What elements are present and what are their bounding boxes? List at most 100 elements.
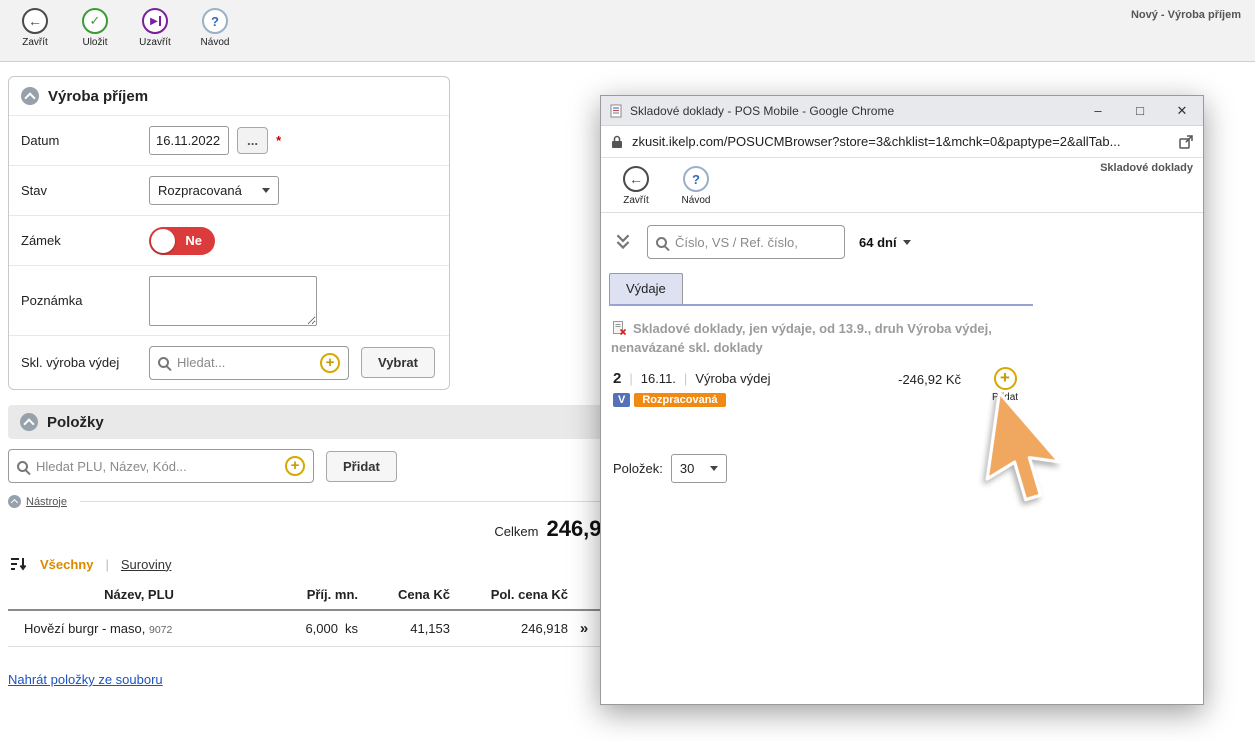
source-search-input[interactable] — [177, 355, 312, 370]
table-row[interactable]: Hovězí burgr - maso, 9072 6,000ks 41,153… — [8, 611, 600, 647]
chevron-down-icon — [710, 466, 718, 471]
doc-type: Výroba výdej — [695, 371, 770, 386]
expand-row-icon[interactable]: » — [568, 620, 600, 637]
popup-toolbar: Zavřít Návod Skladové doklady — [601, 158, 1203, 213]
total-row: Celkem 246,92 Kč — [8, 516, 648, 542]
cell-qty: 6,000ks — [270, 621, 358, 636]
popup-search-input[interactable] — [675, 235, 836, 250]
search-icon — [158, 357, 169, 368]
header-line-total: Pol. cena Kč — [450, 587, 568, 602]
doc-amount: -246,92 Kč — [856, 372, 961, 387]
url-bar: zkusit.ikelp.com/POSUCMBrowser?store=3&c… — [601, 126, 1203, 158]
question-icon — [202, 8, 228, 34]
note-textarea[interactable] — [149, 276, 317, 326]
maximize-button[interactable]: □ — [1119, 96, 1161, 126]
window-close-button[interactable]: ✕ — [1161, 96, 1203, 126]
help-button-label: Návod — [201, 37, 230, 48]
save-button[interactable]: Uložit — [76, 8, 114, 48]
document-row[interactable]: 2 | 16.11. | Výroba výdej -246,92 Kč Při… — [601, 370, 1203, 426]
cursor-arrow-icon — [980, 390, 1075, 510]
favicon-icon — [609, 104, 623, 118]
chevrons-down-icon[interactable] — [613, 232, 633, 252]
back-arrow-icon — [623, 166, 649, 192]
doc-date: 16.11. — [641, 371, 676, 386]
section-header-production-receipt[interactable]: Výroba příjem — [9, 77, 449, 115]
play-icon — [142, 8, 168, 34]
page-size-select[interactable]: 30 — [671, 454, 727, 483]
close-button[interactable]: Zavřít — [16, 8, 54, 48]
add-source-icon[interactable] — [320, 353, 340, 373]
filter-raw-materials[interactable]: Suroviny — [121, 557, 172, 572]
popup-search — [647, 225, 845, 259]
page-size-value: 30 — [680, 461, 694, 476]
filter-separator: | — [105, 557, 108, 572]
page-title: Nový - Výroba příjem — [1131, 9, 1241, 21]
chevron-down-icon — [903, 240, 911, 245]
tools-link[interactable]: Nástroje — [26, 496, 67, 508]
date-picker-button[interactable]: ... — [237, 127, 268, 154]
source-search — [149, 346, 349, 380]
header-price: Cena Kč — [358, 587, 450, 602]
add-item-icon[interactable] — [285, 456, 305, 476]
search-icon — [656, 237, 667, 248]
cell-line-total: 246,918 — [450, 621, 568, 636]
tab-expenses[interactable]: Výdaje — [609, 273, 683, 304]
status-select[interactable]: Rozpracovaná — [149, 176, 279, 205]
save-button-label: Uložit — [82, 37, 107, 48]
lock-label: Zámek — [21, 233, 149, 248]
filter-info-text: Skladové doklady, jen výdaje, od 13.9., … — [611, 321, 992, 355]
close-button-label: Zavřít — [22, 37, 48, 48]
note-label: Poznámka — [21, 293, 149, 308]
filter-all[interactable]: Všechny — [40, 557, 93, 572]
source-row: Skl. výroba výdej Vybrat — [9, 335, 449, 389]
search-icon — [17, 461, 28, 472]
open-in-new-icon[interactable] — [1179, 135, 1193, 149]
minimize-button[interactable]: – — [1077, 96, 1119, 126]
toggle-label: Ne — [185, 233, 202, 248]
date-input[interactable] — [149, 126, 229, 155]
finalize-button[interactable]: Uzavřít — [136, 8, 174, 48]
cell-price: 41,153 — [358, 621, 450, 636]
cell-name: Hovězí burgr - maso, 9072 — [8, 621, 270, 636]
collapse-up-icon — [21, 87, 39, 105]
add-item-button[interactable]: Přidat — [326, 451, 397, 482]
upload-items-link[interactable]: Nahrát položky ze souboru — [8, 672, 163, 687]
toggle-knob — [151, 229, 175, 253]
popup-close-button[interactable]: Zavřít — [617, 166, 655, 206]
collapse-up-icon — [20, 413, 38, 431]
table-header: Název, PLU Příj. mn. Cena Kč Pol. cena K… — [8, 582, 600, 611]
finalize-button-label: Uzavřít — [139, 37, 171, 48]
url-text: zkusit.ikelp.com/POSUCMBrowser?store=3&c… — [632, 134, 1170, 149]
required-asterisk: * — [276, 133, 281, 148]
popup-help-button[interactable]: Návod — [677, 166, 715, 206]
popup-filter-row: 64 dní — [601, 213, 1203, 259]
items-search-input[interactable] — [36, 459, 277, 474]
item-plu: 9072 — [149, 624, 172, 636]
question-icon — [683, 166, 709, 192]
status-row: Stav Rozpracovaná — [9, 165, 449, 215]
lock-toggle[interactable]: Ne — [149, 227, 215, 255]
back-arrow-icon — [22, 8, 48, 34]
header-qty: Příj. mn. — [270, 587, 358, 602]
tools-row: Nástroje — [8, 495, 608, 508]
days-select[interactable]: 64 dní — [859, 235, 911, 250]
select-button[interactable]: Vybrat — [361, 347, 435, 378]
note-row: Poznámka — [9, 265, 449, 335]
items-section-title: Položky — [47, 414, 104, 431]
item-unit: ks — [345, 621, 358, 636]
doc-number: 2 — [613, 370, 621, 387]
sort-icon[interactable] — [10, 556, 28, 572]
section-header-items[interactable]: Položky — [8, 405, 620, 439]
pager-row: Položek: 30 — [613, 454, 1203, 483]
chrome-popup-window: Skladové doklady - POS Mobile - Google C… — [600, 95, 1204, 705]
window-titlebar[interactable]: Skladové doklady - POS Mobile - Google C… — [601, 96, 1203, 126]
window-controls: – □ ✕ — [1077, 96, 1203, 126]
status-badge: Rozpracovaná — [634, 393, 725, 407]
help-button[interactable]: Návod — [196, 8, 234, 48]
date-row: Datum ... * — [9, 115, 449, 165]
chevron-down-icon — [262, 188, 270, 193]
popup-close-label: Zavřít — [623, 195, 649, 206]
items-table: Název, PLU Příj. mn. Cena Kč Pol. cena K… — [8, 582, 600, 647]
source-label: Skl. výroba výdej — [21, 355, 149, 370]
divider — [80, 501, 608, 502]
